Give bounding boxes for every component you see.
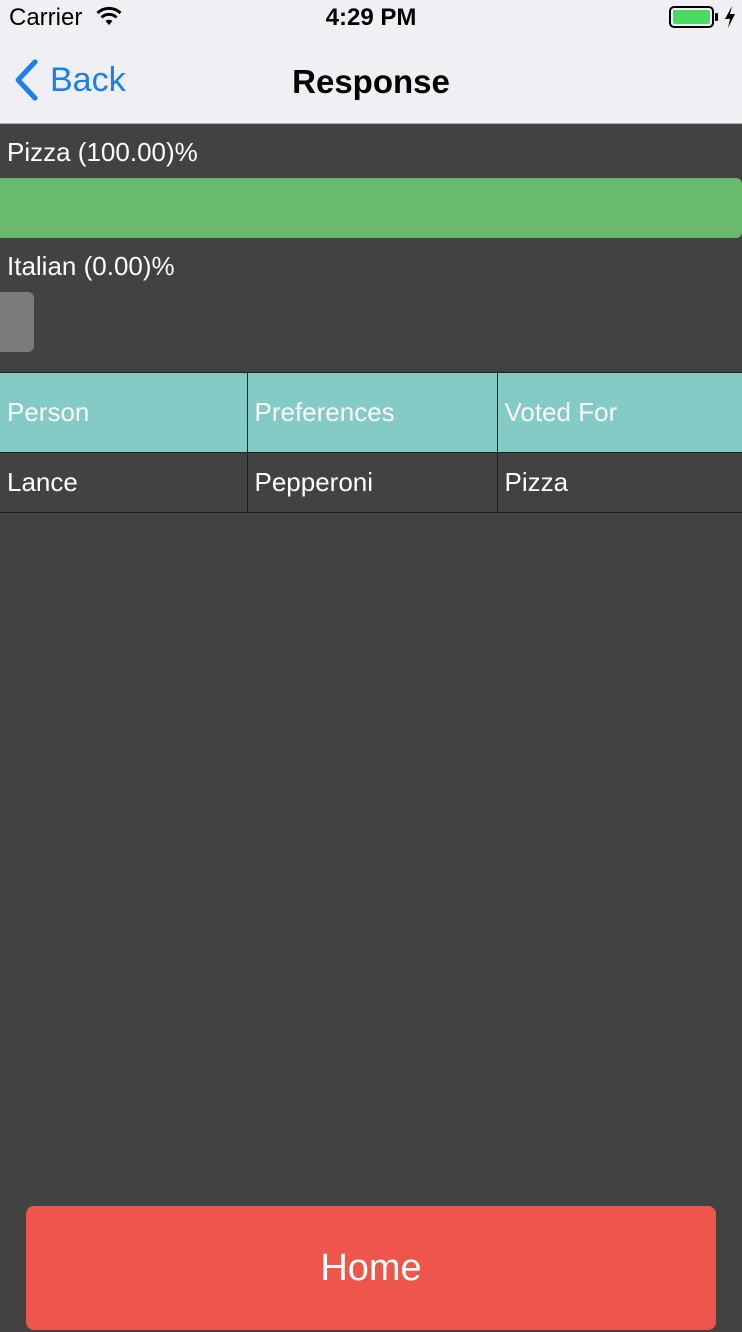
- table-header-row: Person Preferences Voted For: [0, 372, 742, 453]
- navigation-bar: Back Response: [0, 36, 742, 124]
- home-button[interactable]: Home: [26, 1206, 716, 1330]
- column-header-voted-for: Voted For: [497, 372, 742, 453]
- result-bar-italian: [0, 292, 742, 352]
- table-cell-preferences: Pepperoni: [247, 452, 498, 513]
- status-bar: Carrier 4:29 PM: [0, 0, 742, 36]
- result-bar-fill-italian: [0, 292, 34, 352]
- table-row: Lance Pepperoni Pizza: [0, 452, 742, 513]
- column-header-person: Person: [0, 372, 248, 453]
- page-title: Response: [292, 63, 450, 100]
- result-label-pizza: Pizza (100.00)%: [7, 137, 198, 167]
- responses-table: Person Preferences Voted For Lance Peppe…: [0, 372, 742, 513]
- charging-icon: [725, 6, 735, 28]
- battery-icon: [669, 6, 718, 28]
- status-time: 4:29 PM: [325, 4, 417, 31]
- result-bar-pizza: [0, 178, 742, 238]
- table-cell-voted-for: Pizza: [497, 452, 742, 513]
- column-header-preferences: Preferences: [247, 372, 498, 453]
- result-label-italian: Italian (0.00)%: [7, 251, 175, 281]
- table-cell-person: Lance: [0, 452, 248, 513]
- result-bar-fill-pizza: [0, 178, 742, 238]
